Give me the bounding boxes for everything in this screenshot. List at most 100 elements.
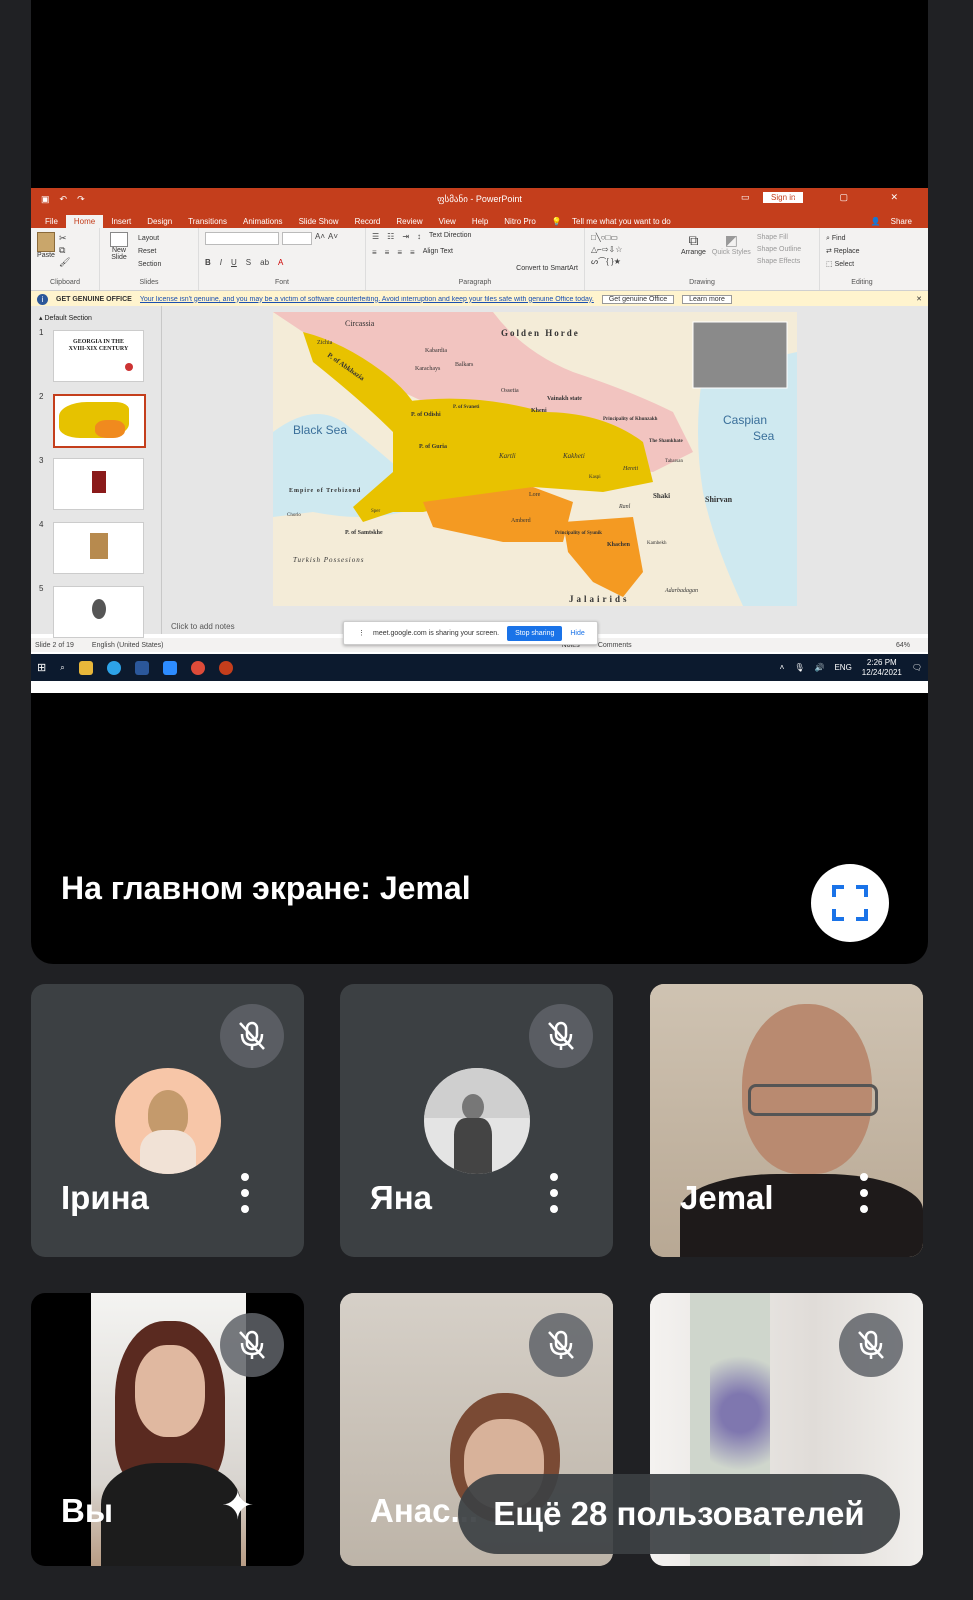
shape-effects-button[interactable]: Shape Effects [757, 256, 801, 268]
italic-icon[interactable]: I [220, 258, 222, 267]
tab-nitro-pro[interactable]: Nitro Pro [496, 215, 544, 228]
mic-tray-icon[interactable]: 🎙 [794, 663, 804, 672]
tab-insert[interactable]: Insert [103, 215, 139, 228]
close-notice-icon[interactable]: ✕ [916, 295, 922, 303]
grow-font-icon[interactable]: A˄ [315, 232, 325, 245]
section-header[interactable]: ▴ Default Section [39, 314, 92, 322]
participant-tile[interactable]: Вы ✦ [31, 1293, 304, 1566]
shadow-icon[interactable]: S [246, 258, 251, 267]
zoom-level[interactable]: 64% [896, 642, 910, 649]
indent-icon[interactable]: ⇥ [402, 232, 409, 241]
notifications-icon[interactable]: 🗨 [912, 663, 922, 672]
participant-name: Вы [61, 1492, 114, 1529]
more-participants-button[interactable]: Ещё 28 пользователей [458, 1474, 900, 1554]
select-button[interactable]: ⬚ Select [826, 258, 898, 271]
shape-fill-button[interactable]: Shape Fill [757, 232, 801, 244]
align-center-icon[interactable]: ≡ [385, 248, 390, 257]
align-text-button[interactable]: Align Text [423, 248, 453, 257]
tab-transitions[interactable]: Transitions [180, 215, 235, 228]
volume-icon[interactable]: 🔊 [814, 663, 824, 672]
tab-review[interactable]: Review [388, 215, 430, 228]
chrome-icon[interactable] [190, 660, 205, 675]
text-direction-button[interactable]: Text Direction [429, 232, 471, 241]
tab-view[interactable]: View [431, 215, 464, 228]
ppt-ribbon: Paste ✂ ⧉ 🖌 Clipboard New Slide Layout R… [31, 228, 928, 291]
tab-design[interactable]: Design [139, 215, 180, 228]
window-controls[interactable]: ▭ – ▢ ✕ [741, 192, 918, 203]
participant-tile[interactable]: Яна [340, 984, 613, 1257]
justify-icon[interactable]: ≡ [410, 248, 415, 257]
powerpoint-icon[interactable] [218, 660, 233, 675]
strikethrough-icon[interactable]: ab [260, 258, 269, 267]
word-icon[interactable] [134, 660, 149, 675]
language-status[interactable]: English (United States) [92, 642, 164, 649]
edge-icon[interactable] [106, 660, 121, 675]
map-label: P. of Odishi [411, 412, 441, 418]
clock[interactable]: 2:26 PM 12/24/2021 [862, 658, 902, 678]
drag-handle-icon[interactable]: ⋮ [358, 629, 365, 637]
cut-icon[interactable]: ✂ [59, 232, 70, 244]
tell-me-search[interactable]: 💡 Tell me what you want to do [544, 215, 687, 228]
copy-icon[interactable]: ⧉ [59, 244, 70, 256]
shape-outline-button[interactable]: Shape Outline [757, 244, 801, 256]
align-right-icon[interactable]: ≡ [397, 248, 402, 257]
participant-tile[interactable]: Ірина [31, 984, 304, 1257]
file-explorer-icon[interactable] [78, 660, 93, 675]
shrink-font-icon[interactable]: A˅ [328, 232, 338, 245]
numbering-icon[interactable]: ☷ [387, 232, 394, 241]
slide-thumb-4[interactable] [53, 522, 144, 574]
font-color-icon[interactable]: A [278, 258, 283, 267]
slide-thumb-2[interactable] [53, 394, 146, 448]
get-genuine-button[interactable]: Get genuine Office [601, 294, 675, 304]
fullscreen-button[interactable] [811, 864, 889, 942]
paste-button[interactable]: Paste [37, 232, 55, 259]
new-slide-button[interactable]: New Slide [106, 232, 132, 271]
tab-slide-show[interactable]: Slide Show [291, 215, 347, 228]
find-button[interactable]: ⌕ Find [826, 232, 898, 245]
align-left-icon[interactable]: ≡ [372, 248, 377, 257]
more-options-icon[interactable] [860, 1173, 868, 1213]
hide-button[interactable]: Hide [570, 630, 584, 637]
search-icon[interactable]: ⌕ [60, 663, 64, 673]
sparkle-effects-icon[interactable]: ✦ [221, 1483, 255, 1529]
more-options-icon[interactable] [241, 1173, 249, 1213]
replace-button[interactable]: ⇄ Replace [826, 245, 898, 258]
share-button[interactable]: 👤 Share [862, 215, 928, 228]
slide-thumb-1[interactable]: GEORGIA IN THE XVIII-XIX CENTURY [53, 330, 144, 382]
underline-icon[interactable]: U [231, 258, 237, 267]
slide-thumb-3[interactable] [53, 458, 144, 510]
format-painter-icon[interactable]: 🖌 [59, 256, 70, 268]
arrange-button[interactable]: ⧉ Arrange [681, 232, 706, 268]
section-button[interactable]: Section [138, 258, 161, 271]
reset-button[interactable]: Reset [138, 245, 161, 258]
bullets-icon[interactable]: ☰ [372, 232, 379, 241]
tray-arrow-icon[interactable]: ˄ [780, 663, 785, 672]
more-options-icon[interactable] [550, 1173, 558, 1213]
learn-more-button[interactable]: Learn more [682, 294, 732, 304]
tab-record[interactable]: Record [347, 215, 389, 228]
font-size-input[interactable] [282, 232, 312, 245]
participant-tile[interactable]: Jemal [650, 984, 923, 1257]
font-name-input[interactable] [205, 232, 279, 245]
tab-file[interactable]: File [37, 215, 66, 228]
slide-canvas[interactable]: Circassia Golden Horde Black Sea Caspian… [273, 312, 797, 606]
tab-help[interactable]: Help [464, 215, 496, 228]
line-spacing-icon[interactable]: ↕ [417, 232, 421, 241]
tab-animations[interactable]: Animations [235, 215, 291, 228]
windows-start-icon[interactable]: ⊞ [37, 661, 46, 674]
slide-thumb-5[interactable] [53, 586, 144, 638]
quick-styles-button[interactable]: ◩ Quick Styles [712, 232, 751, 268]
notice-text[interactable]: Your license isn't genuine, and you may … [140, 296, 594, 303]
layout-button[interactable]: Layout [138, 232, 161, 245]
sharing-text: meet.google.com is sharing your screen. [373, 629, 500, 637]
notes-placeholder[interactable]: Click to add notes [171, 622, 235, 631]
bold-icon[interactable]: B [205, 258, 211, 267]
comments-button[interactable]: Comments [598, 642, 632, 649]
convert-smartart-button[interactable]: Convert to SmartArt [372, 265, 578, 272]
language-indicator[interactable]: ENG [834, 663, 851, 672]
zoom-icon[interactable] [162, 660, 177, 675]
arrange-icon: ⧉ [688, 232, 699, 248]
shapes-gallery[interactable]: □╲○□▭ △⌐⇨⇩☆ ᔕ⌒{ }★ [591, 232, 675, 268]
stop-sharing-button[interactable]: Stop sharing [507, 625, 563, 641]
tab-home[interactable]: Home [65, 215, 104, 228]
